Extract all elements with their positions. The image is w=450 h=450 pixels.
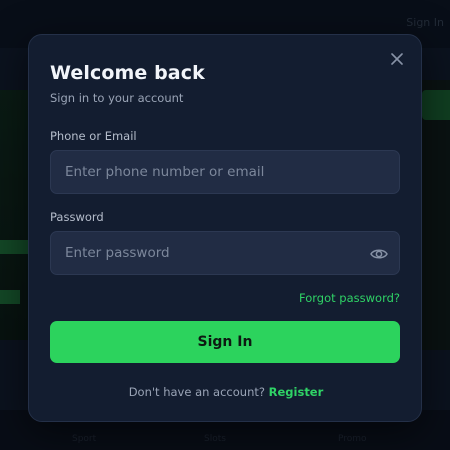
- close-button[interactable]: [385, 47, 409, 71]
- identifier-input[interactable]: Enter phone number or email: [50, 150, 400, 194]
- eye-icon[interactable]: [369, 244, 389, 264]
- identifier-label: Phone or Email: [50, 129, 137, 143]
- login-modal: Welcome back Sign in to your account Pho…: [28, 34, 422, 422]
- close-icon: [391, 53, 403, 65]
- sign-in-button[interactable]: Sign In: [50, 321, 400, 363]
- password-placeholder: Enter password: [65, 245, 170, 261]
- register-prompt: Don't have an account? Register: [29, 385, 423, 399]
- register-prompt-text: Don't have an account?: [128, 385, 265, 399]
- password-input[interactable]: Enter password: [50, 231, 400, 275]
- register-link[interactable]: Register: [269, 385, 324, 399]
- modal-title: Welcome back: [50, 62, 205, 84]
- modal-subtitle: Sign in to your account: [50, 91, 184, 105]
- forgot-password-link[interactable]: Forgot password?: [299, 291, 400, 305]
- password-label: Password: [50, 210, 104, 224]
- identifier-placeholder: Enter phone number or email: [65, 164, 265, 180]
